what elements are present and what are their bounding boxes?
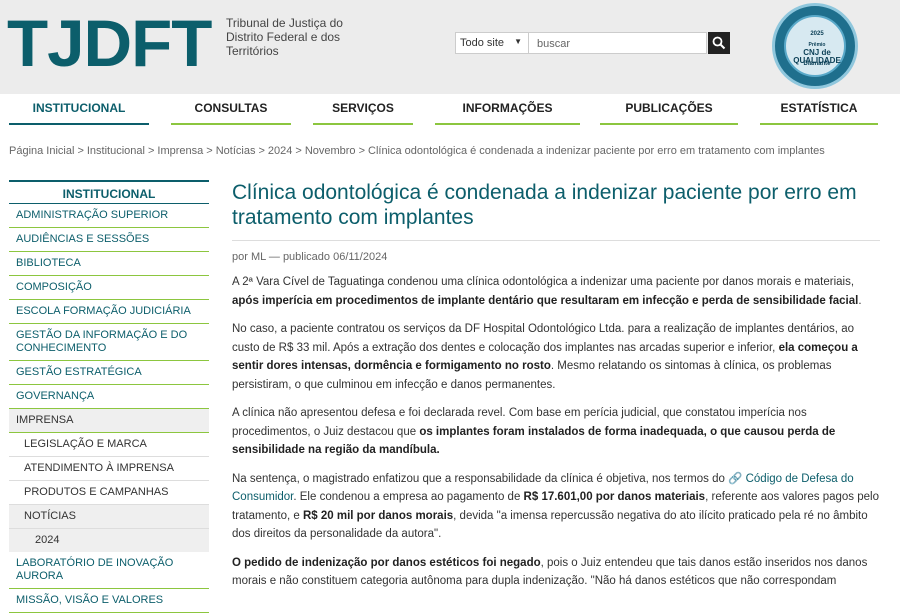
sidebar-item-noticias[interactable]: NOTÍCIAS: [9, 505, 209, 529]
article-paragraph-4: Na sentença, o magistrado enfatizou que …: [232, 470, 880, 544]
p4-bold-1: R$ 17.601,00 por danos materiais: [523, 491, 706, 503]
breadcrumb-current: Clínica odontológica é condenada a inden…: [368, 145, 825, 157]
search-button[interactable]: [708, 32, 730, 54]
quality-award-seal: 2025 Prêmio CNJ de QUALIDADE Diamante: [772, 3, 858, 89]
sidebar-item-governanca[interactable]: GOVERNANÇA: [9, 385, 209, 409]
sidebar-item-aurora[interactable]: LABORATÓRIO DE INOVAÇÃO AURORA: [9, 552, 209, 589]
sidebar-item-audiencias[interactable]: AUDIÊNCIAS E SESSÕES: [9, 228, 209, 252]
breadcrumb-year[interactable]: 2024: [268, 145, 292, 157]
p4-bold-2: R$ 20 mil por danos morais: [302, 509, 454, 522]
sidebar-item-atendimento[interactable]: ATENDIMENTO À IMPRENSA: [9, 457, 209, 481]
sidebar-item-administracao[interactable]: ADMINISTRAÇÃO SUPERIOR: [9, 204, 209, 228]
sidebar-item-gestao-estrategica[interactable]: GESTÃO ESTRATÉGICA: [9, 361, 209, 385]
p2-text: No caso, a paciente contratou os serviço…: [232, 323, 854, 354]
site-subtitle: Tribunal de Justiça do Distrito Federal …: [226, 16, 343, 58]
p4-text: Na sentença, o magistrado enfatizou que …: [232, 472, 729, 485]
seal-level: Diamante: [803, 61, 831, 67]
site-header: TJDFT Tribunal de Justiça do Distrito Fe…: [0, 0, 900, 94]
article-paragraph-3: A clínica não apresentou defesa e foi de…: [232, 404, 880, 460]
p1-bold: após imperícia em procedimentos de impla…: [232, 294, 859, 307]
sidebar-item-escola[interactable]: ESCOLA FORMAÇÃO JUDICIÁRIA: [9, 300, 209, 324]
sidebar-heading: INSTITUCIONAL: [9, 180, 209, 204]
nav-publicacoes[interactable]: PUBLICAÇÕES: [600, 94, 738, 125]
sidebar-item-imprensa[interactable]: IMPRENSA: [9, 409, 209, 433]
seal-ring: 2025 Prêmio CNJ de QUALIDADE Diamante: [784, 15, 846, 77]
nav-servicos[interactable]: SERVIÇOS: [313, 94, 413, 125]
site-logo[interactable]: TJDFT: [7, 10, 212, 76]
sidebar-item-2024[interactable]: 2024: [9, 529, 209, 552]
sidebar-item-gestao-informacao[interactable]: GESTÃO DA INFORMAÇÃO E DO CONHECIMENTO: [9, 324, 209, 361]
search-scope-select[interactable]: Todo site ▼: [455, 32, 529, 54]
p1-end: .: [858, 294, 862, 307]
article-byline: por ML — publicado 06/11/2024: [232, 240, 880, 263]
article-title: Clínica odontológica é condenada a inden…: [232, 181, 857, 229]
article: Clínica odontológica é condenada a inden…: [232, 180, 880, 591]
article-paragraph-2: No caso, a paciente contratou os serviço…: [232, 320, 880, 394]
search-input[interactable]: buscar: [529, 32, 707, 54]
breadcrumb-home[interactable]: Página Inicial: [9, 145, 74, 157]
nav-institucional[interactable]: INSTITUCIONAL: [9, 94, 149, 125]
nav-estatistica[interactable]: ESTATÍSTICA: [760, 94, 878, 125]
p1-text: A 2ª Vara Cível de Taguatinga condenou u…: [232, 276, 855, 288]
breadcrumb-institucional[interactable]: Institucional: [87, 145, 145, 157]
main-nav: INSTITUCIONAL CONSULTAS SERVIÇOS INFORMA…: [0, 94, 900, 128]
link-icon: 🔗: [728, 472, 746, 485]
search-icon: [712, 36, 726, 50]
article-paragraph-1: A 2ª Vara Cível de Taguatinga condenou u…: [232, 273, 880, 310]
search-bar: Todo site ▼ buscar: [455, 32, 730, 54]
sidebar-item-missao[interactable]: MISSÃO, VISÃO E VALORES: [9, 589, 209, 613]
search-scope-label: Todo site: [460, 37, 505, 49]
p5-bold: O pedido de indenização por danos estéti…: [232, 556, 541, 569]
sidebar-item-biblioteca[interactable]: BIBLIOTECA: [9, 252, 209, 276]
sidebar-item-legislacao[interactable]: LEGISLAÇÃO E MARCA: [9, 433, 209, 457]
breadcrumb-imprensa[interactable]: Imprensa: [157, 145, 203, 157]
breadcrumb-noticias[interactable]: Notícias: [216, 145, 256, 157]
sidebar-item-composicao[interactable]: COMPOSIÇÃO: [9, 276, 209, 300]
sidebar: INSTITUCIONAL ADMINISTRAÇÃO SUPERIOR AUD…: [9, 180, 209, 613]
breadcrumb: Página Inicial > Institucional > Imprensa > No…: [9, 145, 825, 157]
breadcrumb-month[interactable]: Novembro: [305, 145, 356, 157]
seal-year: 2025: [810, 31, 824, 37]
nav-informacoes[interactable]: INFORMAÇÕES: [435, 94, 580, 125]
chevron-down-icon: ▼: [514, 37, 522, 46]
article-paragraph-5: O pedido de indenização por danos estéti…: [232, 554, 880, 591]
p4-text-2: . Ele condenou a empresa ao pagamento de: [293, 491, 524, 503]
nav-consultas[interactable]: CONSULTAS: [171, 94, 291, 125]
sidebar-item-produtos[interactable]: PRODUTOS E CAMPANHAS: [9, 481, 209, 505]
